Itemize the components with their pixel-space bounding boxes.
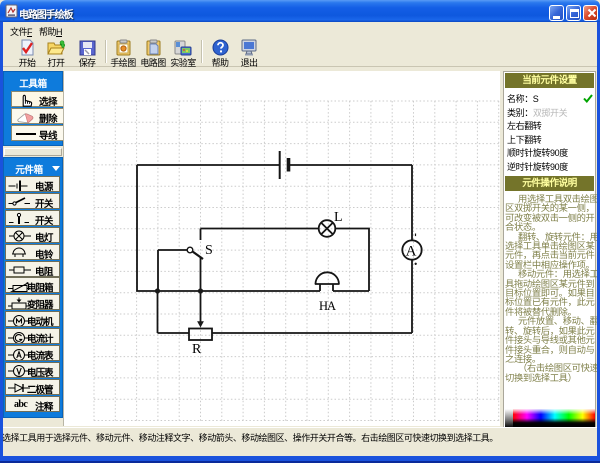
- svg-text:L: L: [334, 210, 343, 225]
- svg-text:R: R: [192, 342, 202, 357]
- svg-text:S: S: [205, 243, 213, 258]
- svg-text:HA: HA: [319, 299, 336, 313]
- svg-text:A: A: [406, 244, 417, 260]
